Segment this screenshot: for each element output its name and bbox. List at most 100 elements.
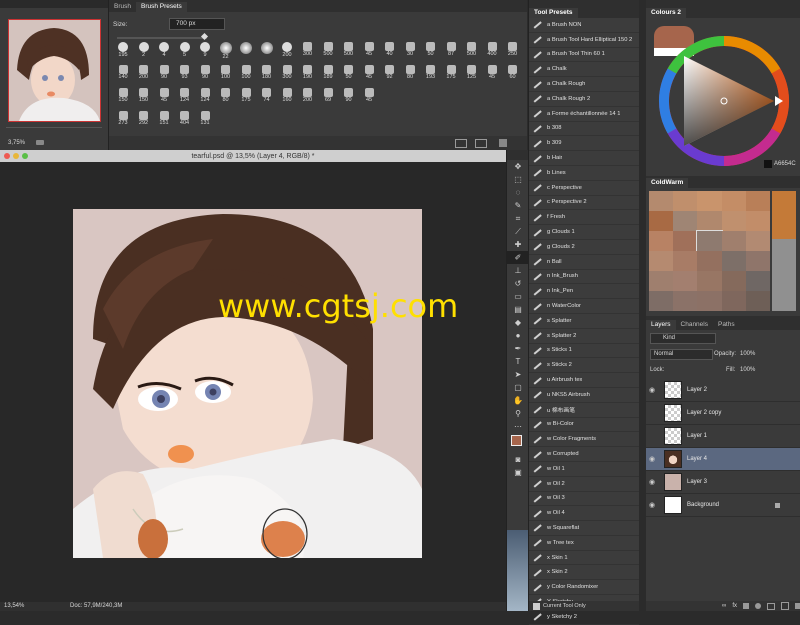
brush-preset[interactable]: 180: [259, 65, 275, 81]
tool-preset-item[interactable]: b 309: [529, 136, 639, 152]
swatch[interactable]: [697, 251, 722, 271]
brush-preset[interactable]: [238, 42, 254, 58]
brush-preset[interactable]: 4: [156, 42, 172, 58]
tool-preset-item[interactable]: s Sticks 2: [529, 358, 639, 374]
tool-preset-item[interactable]: w Oil 3: [529, 492, 639, 507]
brush-preset[interactable]: 150: [115, 88, 131, 104]
visibility-eye-icon[interactable]: ◉: [646, 478, 658, 486]
document-titlebar[interactable]: tearful.psd @ 13,5% (Layer 4, RGB/8) *: [0, 150, 506, 162]
coldwarm-strip[interactable]: [772, 191, 796, 311]
tool-preset-item[interactable]: w Oil 4: [529, 506, 639, 522]
navigator-thumbnail[interactable]: [8, 19, 101, 122]
tool-preset-item[interactable]: a Brush Tool Hard Elliptical 150 2: [529, 33, 639, 48]
brush-preset[interactable]: 45: [361, 42, 377, 58]
brush-preset[interactable]: 404: [177, 111, 193, 127]
brush-preset[interactable]: 100: [238, 65, 254, 81]
brush-preset[interactable]: 22: [218, 42, 234, 60]
swatch[interactable]: [673, 191, 698, 211]
swatch[interactable]: [673, 271, 698, 291]
brush-preset[interactable]: 131: [197, 111, 213, 127]
tab-brush-presets[interactable]: Brush Presets: [135, 2, 187, 12]
pen-tool-icon[interactable]: ✒: [507, 342, 529, 355]
brush-preset[interactable]: 150: [136, 88, 152, 104]
brush-preset[interactable]: 190: [300, 65, 316, 81]
layer-list[interactable]: ◉ Layer 2 Layer 2 copy Layer 1 ◉ Layer 4 ◉ Laye…: [646, 379, 800, 517]
brush-preset[interactable]: 60: [505, 65, 521, 81]
eyedropper-tool-icon[interactable]: ⟋: [507, 225, 529, 238]
brush-preset[interactable]: 292: [136, 111, 152, 127]
swatch[interactable]: [649, 271, 674, 291]
swatch[interactable]: [697, 191, 722, 211]
brush-preset[interactable]: 195: [115, 42, 131, 58]
layer-row[interactable]: ◉ Layer 4: [646, 448, 800, 471]
move-tool-icon[interactable]: ✥: [507, 160, 529, 173]
trash-icon[interactable]: [499, 139, 507, 147]
brush-preset[interactable]: 400: [484, 42, 500, 58]
brush-preset[interactable]: 273: [115, 111, 131, 127]
tab-colours[interactable]: Colours 2: [646, 8, 686, 18]
brush-preset[interactable]: 80: [218, 88, 234, 104]
tool-preset-item[interactable]: s Sticks 1: [529, 344, 639, 359]
tab-tool-presets[interactable]: Tool Presets: [529, 8, 578, 18]
brush-preset[interactable]: 250: [505, 42, 521, 58]
brush-tool-icon[interactable]: ✐: [507, 251, 529, 264]
swatch[interactable]: [696, 230, 723, 252]
swatch[interactable]: [649, 191, 674, 211]
tool-preset-item[interactable]: y Sketchy 2: [529, 610, 639, 625]
tool-preset-item[interactable]: w Oil 2: [529, 477, 639, 492]
quick-select-tool-icon[interactable]: ✎: [507, 199, 529, 212]
swatch[interactable]: [649, 231, 674, 251]
swatch[interactable]: [721, 251, 746, 271]
link-icon[interactable]: ∞: [722, 603, 726, 609]
tab-paths[interactable]: Paths: [713, 320, 740, 330]
tab-layers[interactable]: Layers: [646, 320, 676, 330]
brush-preset[interactable]: 87: [443, 42, 459, 58]
zoom-tool-icon[interactable]: ⚲: [507, 407, 529, 420]
swatch[interactable]: [721, 291, 746, 311]
tool-preset-item[interactable]: g Clouds 2: [529, 240, 639, 255]
brush-preset[interactable]: 80: [402, 65, 418, 81]
mask-icon[interactable]: [743, 603, 749, 609]
color-chips[interactable]: [507, 433, 529, 453]
canvas-artwork[interactable]: [73, 209, 422, 558]
tool-preset-item[interactable]: w Bi-Color: [529, 418, 639, 433]
hex-value[interactable]: A6654C: [774, 161, 796, 167]
brush-preset[interactable]: 90: [341, 88, 357, 104]
swatch[interactable]: [721, 211, 746, 231]
brush-preset[interactable]: 200: [279, 42, 295, 58]
visibility-eye-icon[interactable]: ◉: [646, 386, 658, 394]
brush-preset[interactable]: [259, 42, 275, 58]
brush-preset[interactable]: 125: [464, 65, 480, 81]
size-field[interactable]: 700 px: [169, 18, 225, 30]
tool-preset-item[interactable]: w Oil 1: [529, 462, 639, 477]
path-select-icon[interactable]: ➤: [507, 368, 529, 381]
folder-icon[interactable]: [475, 139, 487, 148]
brush-preset[interactable]: 300: [300, 42, 316, 58]
brush-preset[interactable]: 2: [136, 42, 152, 58]
swatch[interactable]: [721, 231, 746, 251]
coldwarm-swatch-grid[interactable]: [649, 191, 770, 311]
tool-preset-item[interactable]: x Skin 2: [529, 565, 639, 581]
close-icon[interactable]: [4, 153, 10, 159]
brush-preset[interactable]: 30: [402, 42, 418, 58]
delete-layer-icon[interactable]: [795, 603, 800, 609]
tool-preset-item[interactable]: s Splatter 2: [529, 329, 639, 344]
swatch[interactable]: [673, 291, 698, 311]
tool-preset-list[interactable]: a Brush NON a Brush Tool Hard Elliptical …: [529, 18, 639, 625]
group-icon[interactable]: [767, 602, 775, 610]
tool-preset-item[interactable]: c Perspective 2: [529, 196, 639, 211]
brush-preset[interactable]: 100: [218, 65, 234, 81]
swatch[interactable]: [697, 271, 722, 291]
brush-preset[interactable]: 124: [197, 88, 213, 104]
tool-preset-item[interactable]: y Color Randomixer: [529, 580, 639, 596]
brush-preset[interactable]: 175: [238, 88, 254, 104]
hand-tool-icon[interactable]: ✋: [507, 394, 529, 407]
stamp-tool-icon[interactable]: ⊥: [507, 264, 529, 277]
swatch[interactable]: [745, 231, 770, 251]
brush-preset[interactable]: 189: [320, 65, 336, 81]
tool-preset-item[interactable]: w Corrupted: [529, 447, 639, 462]
brush-preset[interactable]: 500: [320, 42, 336, 58]
tool-preset-item[interactable]: g Clouds 1: [529, 225, 639, 240]
brush-preset[interactable]: 500: [341, 42, 357, 58]
opacity-field[interactable]: 100%: [740, 351, 755, 357]
